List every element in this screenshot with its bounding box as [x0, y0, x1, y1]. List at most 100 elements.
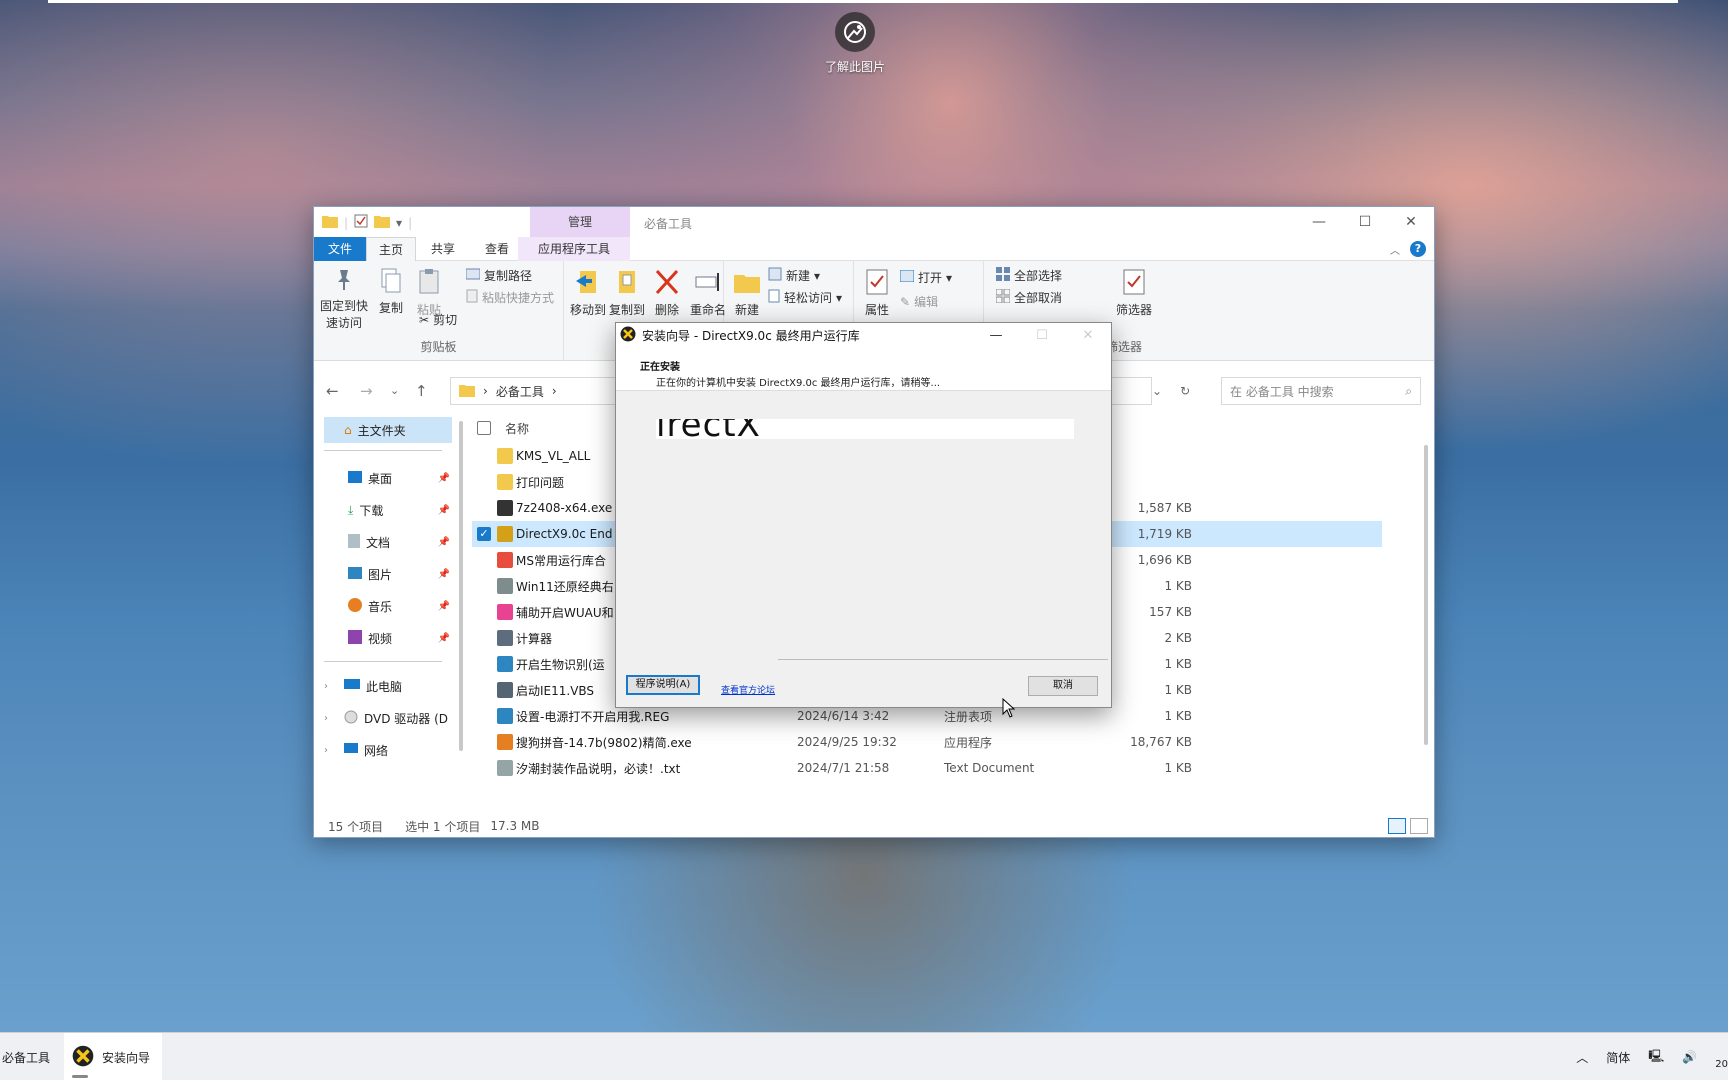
file-name[interactable]: 汐潮封装作品说明，必读！.txt — [516, 760, 680, 777]
taskbar-item-installer[interactable]: 安装向导 — [64, 1033, 163, 1080]
delete-button[interactable]: 删除 — [650, 267, 684, 318]
dialog-minimize-button[interactable]: — — [973, 323, 1019, 347]
forum-link[interactable]: 查看官方论坛 — [721, 683, 775, 696]
file-name[interactable]: 搜狗拼音-14.7b(9802)精简.exe — [516, 734, 692, 751]
tab-file[interactable]: 文件 — [314, 237, 367, 261]
readme-button[interactable]: 程序说明(A) — [626, 675, 700, 695]
tab-home[interactable]: 主页 — [366, 237, 417, 261]
paste-shortcut-button[interactable]: 粘贴快捷方式 — [466, 289, 554, 306]
filter-button[interactable]: 筛选器 — [1114, 267, 1154, 318]
sidebar-item-network[interactable]: › 网络 — [324, 737, 452, 763]
search-box[interactable]: 在 必备工具 中搜索 ⌕ — [1221, 377, 1421, 405]
file-name[interactable]: Win11还原经典右 — [516, 578, 614, 595]
cancel-button[interactable]: 取消 — [1028, 676, 1098, 696]
tab-share[interactable]: 共享 — [419, 237, 467, 261]
file-row[interactable]: 搜狗拼音-14.7b(9802)精简.exe 2024/9/25 19:32 应用程… — [472, 729, 1382, 755]
new-folder-qat-icon[interactable] — [374, 214, 391, 231]
address-actions: ⌄ ↻ — [1152, 377, 1212, 405]
network-tray-icon[interactable]: 🖳 — [1648, 1047, 1664, 1068]
taskbar-item-explorer[interactable]: 必备工具 — [0, 1033, 56, 1080]
select-all-button[interactable]: 全部选择 — [996, 267, 1062, 284]
search-input[interactable]: 在 必备工具 中搜索 — [1230, 383, 1334, 400]
details-view-icon[interactable] — [1388, 818, 1406, 834]
refresh-icon[interactable]: ↻ — [1180, 384, 1190, 398]
installer-dialog: 安装向导 - DirectX9.0c 最终用户运行库 — ☐ ✕ 正在安装 正在… — [615, 322, 1112, 708]
ribbon-collapse-icon[interactable]: ︿ — [1390, 242, 1400, 257]
copy-path-button[interactable]: 复制路径 — [465, 267, 532, 284]
expand-chevron-icon[interactable]: › — [324, 745, 328, 756]
file-name[interactable]: 辅助开启WUAU和 — [516, 604, 614, 621]
sidebar-item-documents[interactable]: 文档 📌 — [324, 529, 452, 555]
large-icons-view-icon[interactable] — [1410, 818, 1428, 834]
sidebar-item-videos[interactable]: 视频 📌 — [324, 625, 452, 651]
file-name[interactable]: MS常用运行库合 — [516, 552, 606, 569]
breadcrumb-chevron-icon[interactable]: › — [552, 384, 557, 398]
help-icon[interactable]: ? — [1410, 241, 1426, 257]
maximize-button[interactable]: ☐ — [1342, 207, 1388, 237]
select-none-button[interactable]: 全部取消 — [995, 288, 1062, 306]
sidebar-item-pictures[interactable]: 图片 📌 — [324, 561, 452, 587]
dialog-close-button: ✕ — [1082, 327, 1094, 343]
delete-icon — [655, 269, 679, 295]
file-name[interactable]: 启动IE11.VBS — [516, 682, 594, 699]
column-header-name[interactable]: 名称 — [505, 420, 529, 437]
ime-indicator[interactable]: 简体 — [1606, 1049, 1630, 1066]
lens-widget[interactable]: 了解此图片 — [820, 12, 890, 75]
tab-view[interactable]: 查看 — [473, 237, 521, 261]
copy-icon — [381, 268, 401, 293]
tab-app-tools[interactable]: 应用程序工具 — [518, 237, 630, 261]
file-name[interactable]: DirectX9.0c End — [516, 527, 612, 541]
new-item-button[interactable]: 新建 ▾ — [768, 267, 820, 284]
file-row[interactable]: 汐潮封装作品说明，必读！.txt 2024/7/1 21:58 Text Docum… — [472, 755, 1382, 781]
copy-path-icon — [465, 268, 481, 283]
sidebar-item-downloads[interactable]: ⤓ 下载 📌 — [324, 497, 452, 523]
file-name[interactable]: 设置-电源打不开启用我.REG — [516, 708, 669, 725]
file-type-icon — [497, 656, 513, 672]
copy-to-button[interactable]: 复制到 — [608, 267, 646, 318]
cut-button[interactable]: ✂ 剪切 — [419, 311, 457, 328]
qat-dropdown-icon[interactable]: ▾ — [396, 216, 402, 230]
back-arrow-icon[interactable]: ← — [326, 382, 339, 400]
sidebar-item-music[interactable]: 音乐 📌 — [324, 593, 452, 619]
file-list-scrollbar[interactable] — [1424, 445, 1428, 745]
file-name[interactable]: 计算器 — [516, 630, 552, 647]
properties-button[interactable]: 属性 — [860, 267, 894, 318]
sidebar-item-this-pc[interactable]: › 此电脑 — [324, 673, 452, 699]
move-to-button[interactable]: 移动到 — [570, 267, 606, 318]
search-icon[interactable]: ⌕ — [1405, 384, 1412, 399]
address-dropdown-icon[interactable]: ⌄ — [1152, 384, 1162, 398]
pin-quick-access-button[interactable]: 固定到快速访问 — [318, 267, 370, 331]
sidebar-scrollbar[interactable] — [459, 421, 463, 751]
sidebar-item-home[interactable]: ⌂ 主文件夹 — [324, 417, 452, 443]
filter-group-label: 筛选器 — [1106, 340, 1143, 354]
expand-chevron-icon[interactable]: › — [324, 713, 328, 724]
tray-overflow-icon[interactable]: ︿ — [1576, 1049, 1588, 1066]
edit-button[interactable]: ✎ 编辑 — [900, 293, 938, 310]
taskbar-installer-label: 安装向导 — [102, 1050, 151, 1065]
volume-icon[interactable]: 🔊 — [1682, 1050, 1697, 1064]
close-button[interactable]: ✕ — [1388, 207, 1434, 237]
manage-context-tab[interactable]: 管理 — [530, 207, 630, 237]
file-name[interactable]: KMS_VL_ALL — [516, 449, 590, 463]
forward-arrow-icon[interactable]: → — [360, 382, 373, 400]
clock-partial[interactable]: 20 — [1715, 1059, 1728, 1070]
select-all-checkbox[interactable] — [477, 421, 491, 435]
sidebar-item-desktop[interactable]: 桌面 📌 — [324, 465, 452, 491]
up-arrow-icon[interactable]: ↑ — [415, 382, 428, 400]
new-folder-button[interactable]: 新建 — [730, 267, 764, 318]
row-checkbox[interactable]: ✓ — [477, 527, 491, 541]
copy-button[interactable]: 复制 — [374, 267, 408, 316]
easy-access-button[interactable]: 轻松访问 ▾ — [768, 289, 842, 306]
file-name[interactable]: 7z2408-x64.exe — [516, 501, 612, 515]
sidebar-item-dvd[interactable]: › DVD 驱动器 (D — [324, 705, 452, 731]
properties-qat-icon[interactable] — [354, 214, 368, 231]
file-name[interactable]: 开启生物识别(运 — [516, 656, 605, 673]
file-name[interactable]: 打印问题 — [516, 474, 564, 491]
breadcrumb-current[interactable]: 必备工具 — [496, 383, 544, 400]
rename-button[interactable]: 重命名 — [688, 267, 728, 318]
recent-dropdown-icon[interactable]: ⌄ — [390, 384, 399, 397]
open-button[interactable]: 打开 ▾ — [899, 269, 952, 286]
lens-icon[interactable] — [835, 12, 875, 52]
expand-chevron-icon[interactable]: › — [324, 681, 328, 692]
minimize-button[interactable]: — — [1296, 207, 1342, 237]
